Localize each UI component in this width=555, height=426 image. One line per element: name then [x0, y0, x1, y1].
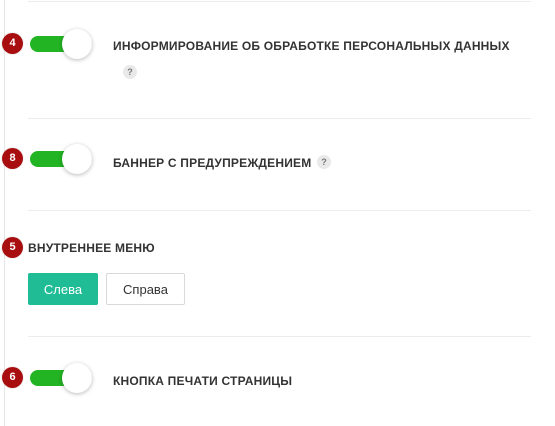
- setting-number-badge: 6: [2, 367, 23, 388]
- panel-left-border: [0, 0, 5, 426]
- help-icon[interactable]: ?: [123, 65, 137, 79]
- personal-data-info-toggle[interactable]: [30, 29, 94, 61]
- divider: [28, 210, 531, 211]
- print-button-toggle[interactable]: [30, 363, 94, 395]
- setting-number-badge: 5: [2, 237, 23, 258]
- warning-banner-label: БАННЕР С ПРЕДУПРЕЖДЕНИЕМ: [113, 156, 312, 170]
- settings-panel: 4 ИНФОРМИРОВАНИЕ ОБ ОБРАБОТКЕ ПЕРСОНАЛЬН…: [0, 0, 555, 426]
- help-icon[interactable]: ?: [317, 155, 331, 169]
- divider: [28, 118, 531, 119]
- personal-data-info-label: ИНФОРМИРОВАНИЕ ОБ ОБРАБОТКЕ ПЕРСОНАЛЬНЫХ…: [113, 39, 510, 53]
- print-button-label: КНОПКА ПЕЧАТИ СТРАНИЦЫ: [113, 374, 293, 388]
- menu-left-button[interactable]: Слева: [28, 273, 98, 305]
- toggle-knob[interactable]: [62, 29, 92, 59]
- toggle-knob[interactable]: [62, 363, 92, 393]
- setting-number-badge: 8: [2, 148, 23, 169]
- menu-right-button[interactable]: Справа: [106, 273, 185, 305]
- divider: [28, 336, 531, 337]
- internal-menu-label: ВНУТРЕННЕЕ МЕНЮ: [28, 241, 155, 255]
- setting-number-badge: 4: [2, 33, 23, 54]
- toggle-knob[interactable]: [62, 144, 92, 174]
- divider: [28, 1, 531, 2]
- warning-banner-toggle[interactable]: [30, 144, 94, 176]
